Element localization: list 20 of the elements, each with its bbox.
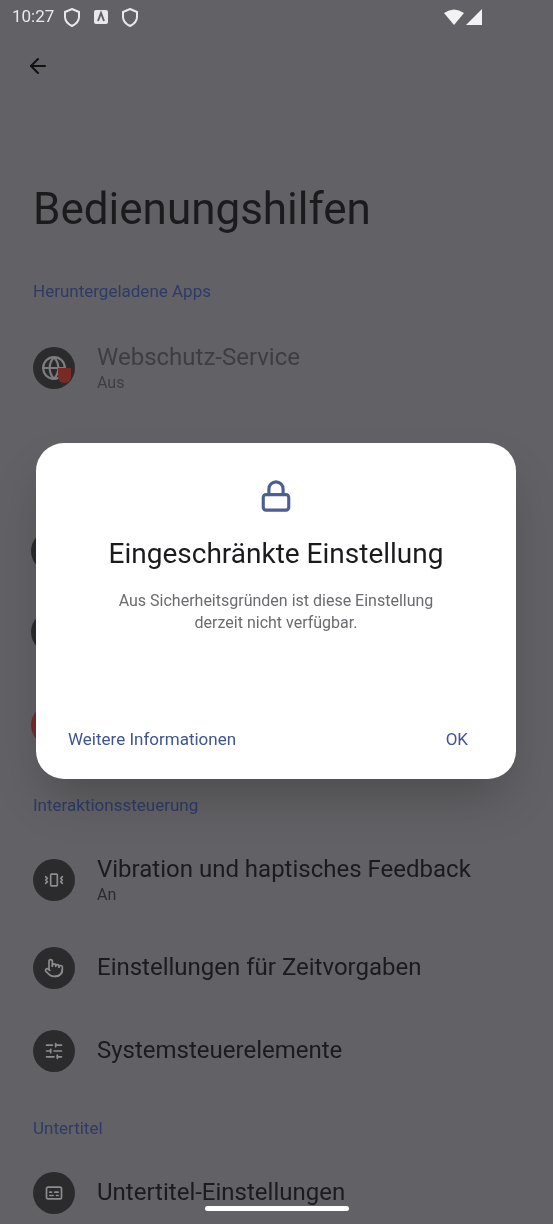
dialog-message: Aus Sicherheitsgründen ist diese Einstellung derzeit nicht verfügbar. [117,590,435,634]
setting-title[interactable]: Vibration und haptisches Feedback [97,854,471,884]
status-time: 10:27 [12,5,55,29]
globe-shield-icon [33,347,75,389]
touch-icon [33,947,75,989]
setting-title[interactable]: Untertitel-Einstellungen [97,1177,346,1207]
wifi-icon [444,9,464,25]
shield-icon [122,7,139,27]
captions-icon [33,1172,75,1214]
more-info-button[interactable]: Weitere Informationen [66,727,237,751]
sliders-icon [33,1030,75,1072]
vibration-icon [33,859,75,901]
signal-icon [466,9,482,25]
shield-icon [64,7,81,27]
page-title: Bedienungshilfen [33,184,372,234]
setting-title[interactable]: Einstellungen für Zeitvorgaben [97,952,422,982]
ok-button[interactable]: OK [445,727,486,751]
dialog-title: Eingeschränkte Einstellung [108,536,444,572]
setting-title[interactable]: Systemsteuerelemente [97,1035,343,1065]
app-icon [94,10,109,24]
